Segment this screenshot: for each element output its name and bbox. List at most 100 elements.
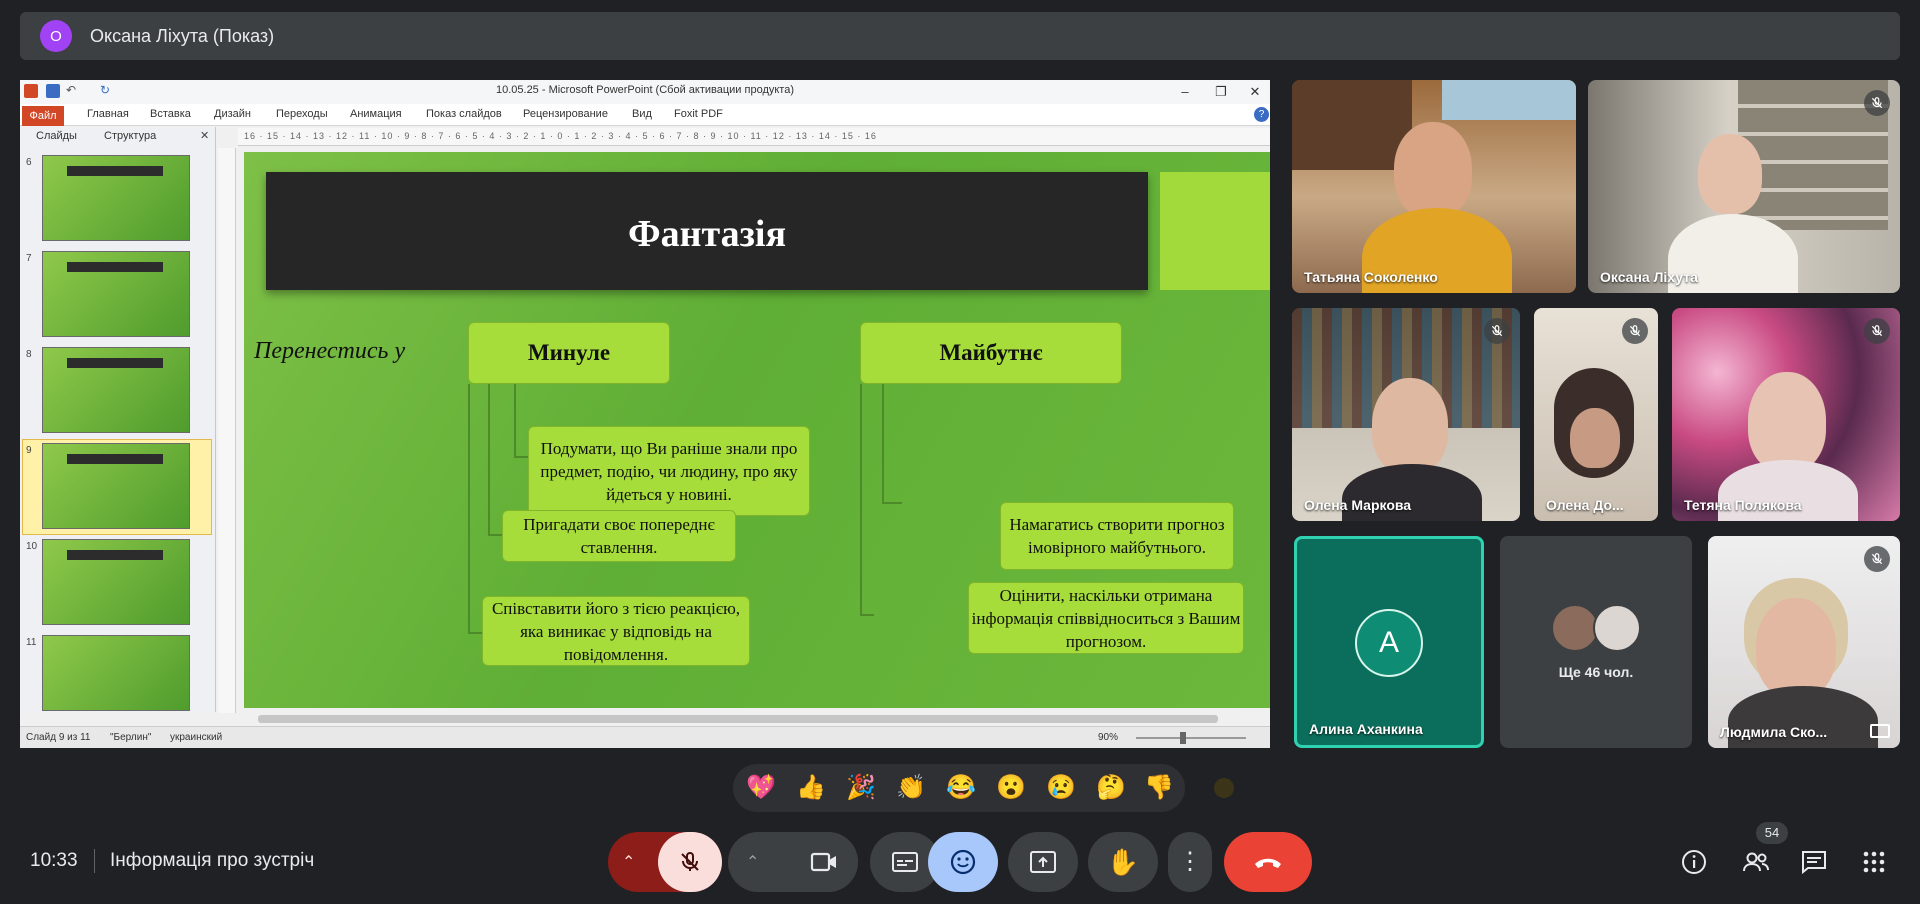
participant-name: Тетяна Полякова: [1684, 497, 1802, 513]
audio-options-chevron-icon[interactable]: ⌃: [622, 852, 635, 872]
skin-tone-icon[interactable]: [1214, 778, 1234, 798]
future-heading-box: Майбутнє: [860, 322, 1122, 384]
thumb-title-bar: [67, 262, 163, 272]
people-button[interactable]: [1740, 846, 1772, 878]
reaction-thumbs-down[interactable]: 👎: [1141, 772, 1177, 804]
restore-icon[interactable]: ❐: [1206, 82, 1236, 102]
video-options-chevron-icon[interactable]: ⌃: [746, 852, 759, 872]
others-avatar: [1593, 604, 1641, 652]
help-icon[interactable]: ?: [1254, 107, 1269, 122]
mic-control-group: ⌃: [608, 832, 722, 892]
clock: 10:33: [30, 850, 78, 871]
thumb-number: 8: [26, 349, 32, 360]
tab-design[interactable]: Дизайн: [214, 108, 251, 120]
mic-off-icon: [1622, 318, 1648, 344]
minimize-icon[interactable]: –: [1170, 82, 1200, 102]
scroll-thumb[interactable]: [258, 715, 1218, 723]
panel-tab-outline[interactable]: Структура: [104, 130, 156, 142]
present-button[interactable]: [1008, 832, 1078, 892]
meeting-details-button[interactable]: [1678, 846, 1710, 878]
reactions-button[interactable]: [928, 832, 998, 892]
participant-tile[interactable]: Татьяна Соколенко: [1292, 80, 1576, 293]
participant-face: [1698, 134, 1762, 214]
tab-review[interactable]: Рецензирование: [523, 108, 608, 120]
reaction-party[interactable]: 🎉: [843, 772, 879, 804]
thumb-title-bar: [67, 454, 163, 464]
participant-tile[interactable]: Олена Маркова: [1292, 308, 1520, 521]
tab-slideshow[interactable]: Показ слайдов: [426, 108, 502, 120]
participant-name: Татьяна Соколенко: [1304, 269, 1438, 285]
mic-off-icon: [1864, 546, 1890, 572]
tab-view[interactable]: Вид: [632, 108, 652, 120]
ppt-status-bar: Слайд 9 из 11 "Берлин" украинский 90%: [20, 726, 1270, 748]
tab-file[interactable]: Файл: [22, 106, 64, 126]
past-item-box: Подумати, що Ви раніше знали про предмет…: [528, 426, 810, 516]
participant-tile[interactable]: Оксана Ліхута: [1588, 80, 1900, 293]
tab-home[interactable]: Главная: [87, 108, 129, 120]
slide-thumbnail[interactable]: [42, 539, 190, 625]
reaction-surprised[interactable]: 😮: [993, 772, 1029, 804]
reaction-sad[interactable]: 😢: [1043, 772, 1079, 804]
participant-name: Оксана Ліхута: [1600, 269, 1698, 285]
presenter-label: Оксана Ліхута (Показ): [90, 25, 275, 46]
slide-thumbnail[interactable]: [42, 251, 190, 337]
leave-call-button[interactable]: [1224, 832, 1312, 892]
close-icon[interactable]: ✕: [1240, 82, 1270, 102]
slide-thumbnail[interactable]: [42, 347, 190, 433]
past-item-box: Пригадати своє попереднє ставлення.: [502, 510, 736, 562]
tab-foxit-pdf[interactable]: Foxit PDF: [674, 108, 723, 120]
thumb-number: 11: [26, 637, 37, 648]
vertical-ruler: [218, 148, 236, 713]
people-icon: [1743, 852, 1769, 872]
participant-tile-speaking[interactable]: А Алина Аханкина: [1294, 536, 1484, 748]
slide-title: Фантазія: [627, 213, 787, 255]
zoom-slider[interactable]: [1136, 737, 1246, 739]
participant-face: [1570, 408, 1620, 468]
slide-thumbnail-current[interactable]: [42, 443, 190, 529]
meeting-info-link[interactable]: Інформація про зустріч: [110, 850, 314, 872]
thumb-number: 9: [26, 445, 32, 456]
pip-icon[interactable]: [1870, 724, 1890, 738]
participant-tile[interactable]: Людмила Ско...: [1708, 536, 1900, 748]
thumb-title-bar: [67, 358, 163, 368]
slide-accent-block: [1160, 172, 1270, 290]
horizontal-ruler: 16 · 15 · 14 · 13 · 12 · 11 · 10 · 9 · 8…: [238, 128, 1270, 146]
mic-off-icon: [1864, 90, 1890, 116]
wall-banner: [1442, 80, 1576, 120]
connector-line: [860, 614, 874, 616]
raise-hand-button[interactable]: ✋: [1088, 832, 1158, 892]
past-item-box: Співставити його з тією реакцією, яка ви…: [482, 596, 750, 666]
reaction-thumbs-up[interactable]: 👍: [793, 772, 829, 804]
slide-lead-text: Перенестись у: [254, 338, 406, 364]
tab-animation[interactable]: Анимация: [350, 108, 402, 120]
tab-transitions[interactable]: Переходы: [276, 108, 328, 120]
horizontal-scrollbar[interactable]: [238, 712, 1254, 726]
participant-tile[interactable]: Олена До...: [1534, 308, 1658, 521]
chat-button[interactable]: [1798, 846, 1830, 878]
presenter-avatar: О: [40, 20, 72, 52]
status-zoom: 90%: [1098, 732, 1119, 743]
thumb-number: 7: [26, 253, 32, 264]
slide-thumbnail[interactable]: [42, 635, 190, 711]
reaction-thinking[interactable]: 🤔: [1093, 772, 1129, 804]
reaction-laugh[interactable]: 😂: [943, 772, 979, 804]
camera-icon: [810, 852, 836, 872]
tab-insert[interactable]: Вставка: [150, 108, 191, 120]
mic-off-button[interactable]: [658, 832, 722, 892]
reactions-bar: 💖 👍 🎉 👏 😂 😮 😢 🤔 👎: [733, 764, 1185, 812]
activities-button[interactable]: [1858, 846, 1890, 878]
info-icon: [1682, 850, 1706, 874]
zoom-slider-handle[interactable]: [1180, 732, 1186, 744]
captions-icon: [892, 852, 918, 872]
slide-thumbnail[interactable]: [42, 155, 190, 241]
participant-avatar: А: [1355, 609, 1423, 677]
more-options-button[interactable]: ⋮: [1168, 832, 1212, 892]
participant-tile[interactable]: Тетяна Полякова: [1672, 308, 1900, 521]
panel-close-icon[interactable]: ✕: [200, 129, 209, 142]
reaction-heart[interactable]: 💖: [743, 772, 779, 804]
reaction-clap[interactable]: 👏: [893, 772, 929, 804]
camera-button[interactable]: [790, 832, 858, 892]
panel-tab-slides[interactable]: Слайды: [36, 130, 77, 142]
others-tile[interactable]: Ще 46 чол.: [1500, 536, 1692, 748]
participant-face: [1372, 378, 1448, 474]
